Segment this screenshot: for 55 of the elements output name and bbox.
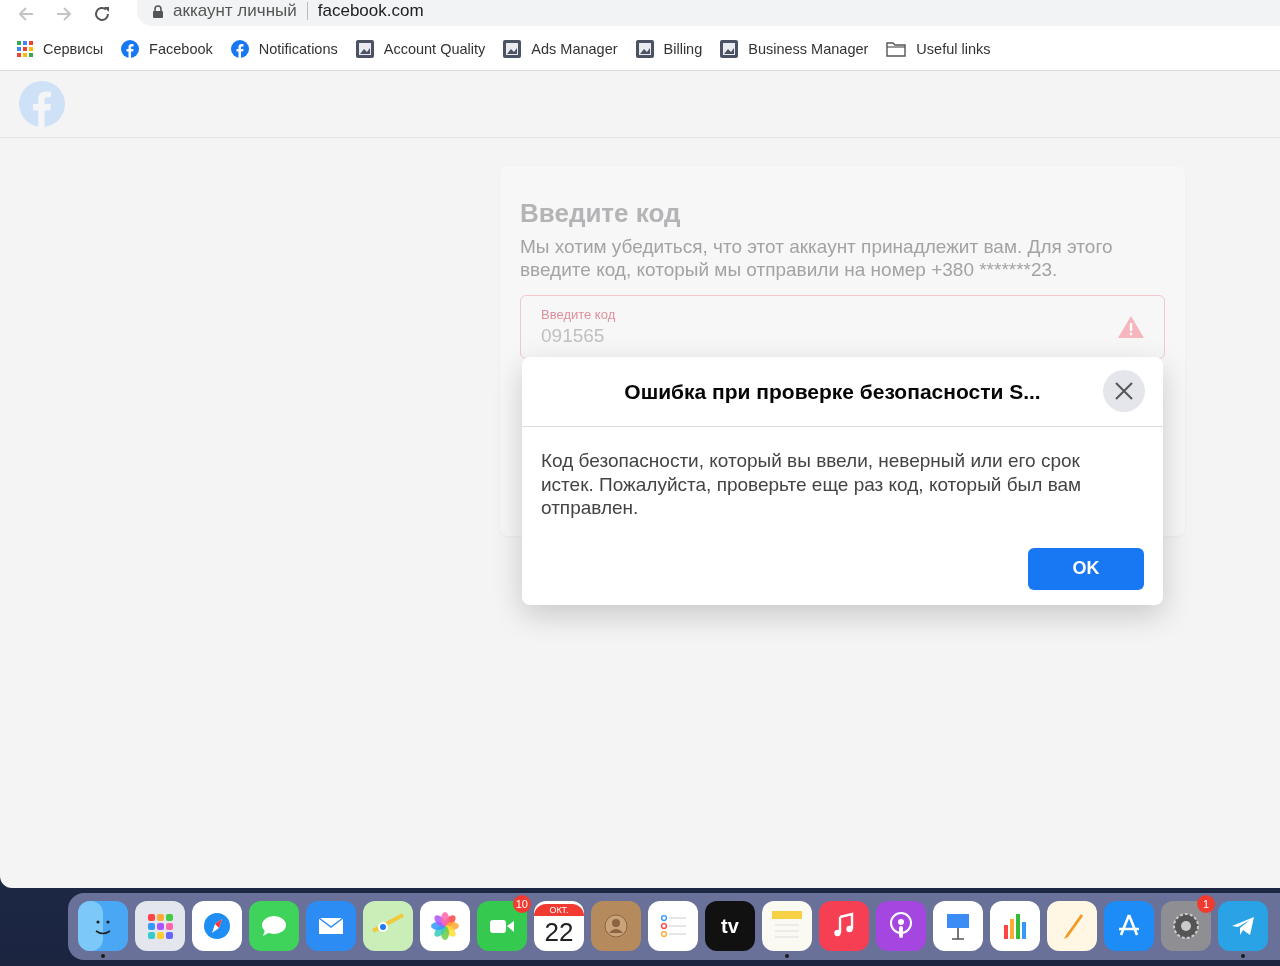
field-label: Введите код [541,307,616,322]
picture-page-icon [503,40,522,58]
picture-page-icon [720,40,739,58]
lock-icon [153,4,163,18]
bookmark-link[interactable]: Сервисы [17,41,104,57]
url-text: facebook.com [317,1,424,21]
presentation-icon[interactable] [933,901,983,951]
bookmark-link[interactable]: Useful links [886,41,991,57]
tv-app-icon[interactable]: tv [705,901,755,951]
close-icon [1115,382,1133,400]
bookmark-link[interactable]: Ads Manager [503,40,618,58]
form-description: Мы хотим убедиться, что этот аккаунт принадлежит вам. Для этого введите код, который мы отправили на номер +380 *******23. [520,235,1114,281]
page-title-text: аккаунт личный [173,1,297,21]
flower-icon[interactable] [420,901,470,951]
gear-icon[interactable] [1161,901,1211,951]
notification-badge: 1 [1197,895,1215,913]
facebook-logo-icon [230,40,249,58]
tv-label: tv [721,914,739,938]
bookmark-link[interactable]: Facebook [121,40,213,58]
notification-badge: 10 [512,895,531,913]
compass-icon[interactable] [192,901,242,951]
pen-icon[interactable] [1047,901,1097,951]
envelope-icon[interactable] [306,901,356,951]
picture-page-icon [355,40,374,58]
calendar-icon[interactable]: ОКТ. 22 [534,901,584,951]
podcast-icon[interactable] [876,901,926,951]
music-note-icon[interactable] [819,901,869,951]
app-grid-icon[interactable] [135,901,185,951]
speech-bubble-icon[interactable] [249,901,299,951]
picture-page-icon [635,40,654,58]
checklist-icon[interactable] [648,901,698,951]
bar-chart-icon[interactable] [990,901,1040,951]
app-store-icon[interactable] [1104,901,1154,951]
dialog-message: Код безопасности, который вы ввели, неверный или его срок истек. Пожалуйста, проверьте еще раз код, который был вам отправлен. [541,449,1083,520]
bookmark-link[interactable]: Notifications [230,40,338,58]
warning-icon [1118,316,1144,338]
close-button[interactable] [1103,370,1145,412]
video-camera-icon[interactable] [477,901,527,951]
paper-plane-icon[interactable] [1218,901,1268,951]
ok-button[interactable]: OK [1028,547,1144,590]
map-icon[interactable] [363,901,413,951]
reload-icon[interactable] [93,5,111,23]
app-grid-icon [17,41,33,57]
bookmark-link[interactable]: Billing [635,40,703,58]
calendar-month: ОКТ. [534,904,584,916]
bookmark-link[interactable]: Business Manager [720,40,869,58]
form-title: Введите код [520,198,682,229]
address-bar[interactable]: аккаунт личный facebook.com [137,0,1280,26]
smiling-face-icon[interactable] [78,901,128,951]
calendar-day: 22 [544,916,574,948]
bookmark-link[interactable]: Account Quality [355,40,486,58]
notepad-icon[interactable] [762,901,812,951]
folder-icon [886,41,907,57]
dialog-title: Ошибка при проверке безопасности S... [624,379,1041,404]
facebook-logo-icon [121,40,140,58]
